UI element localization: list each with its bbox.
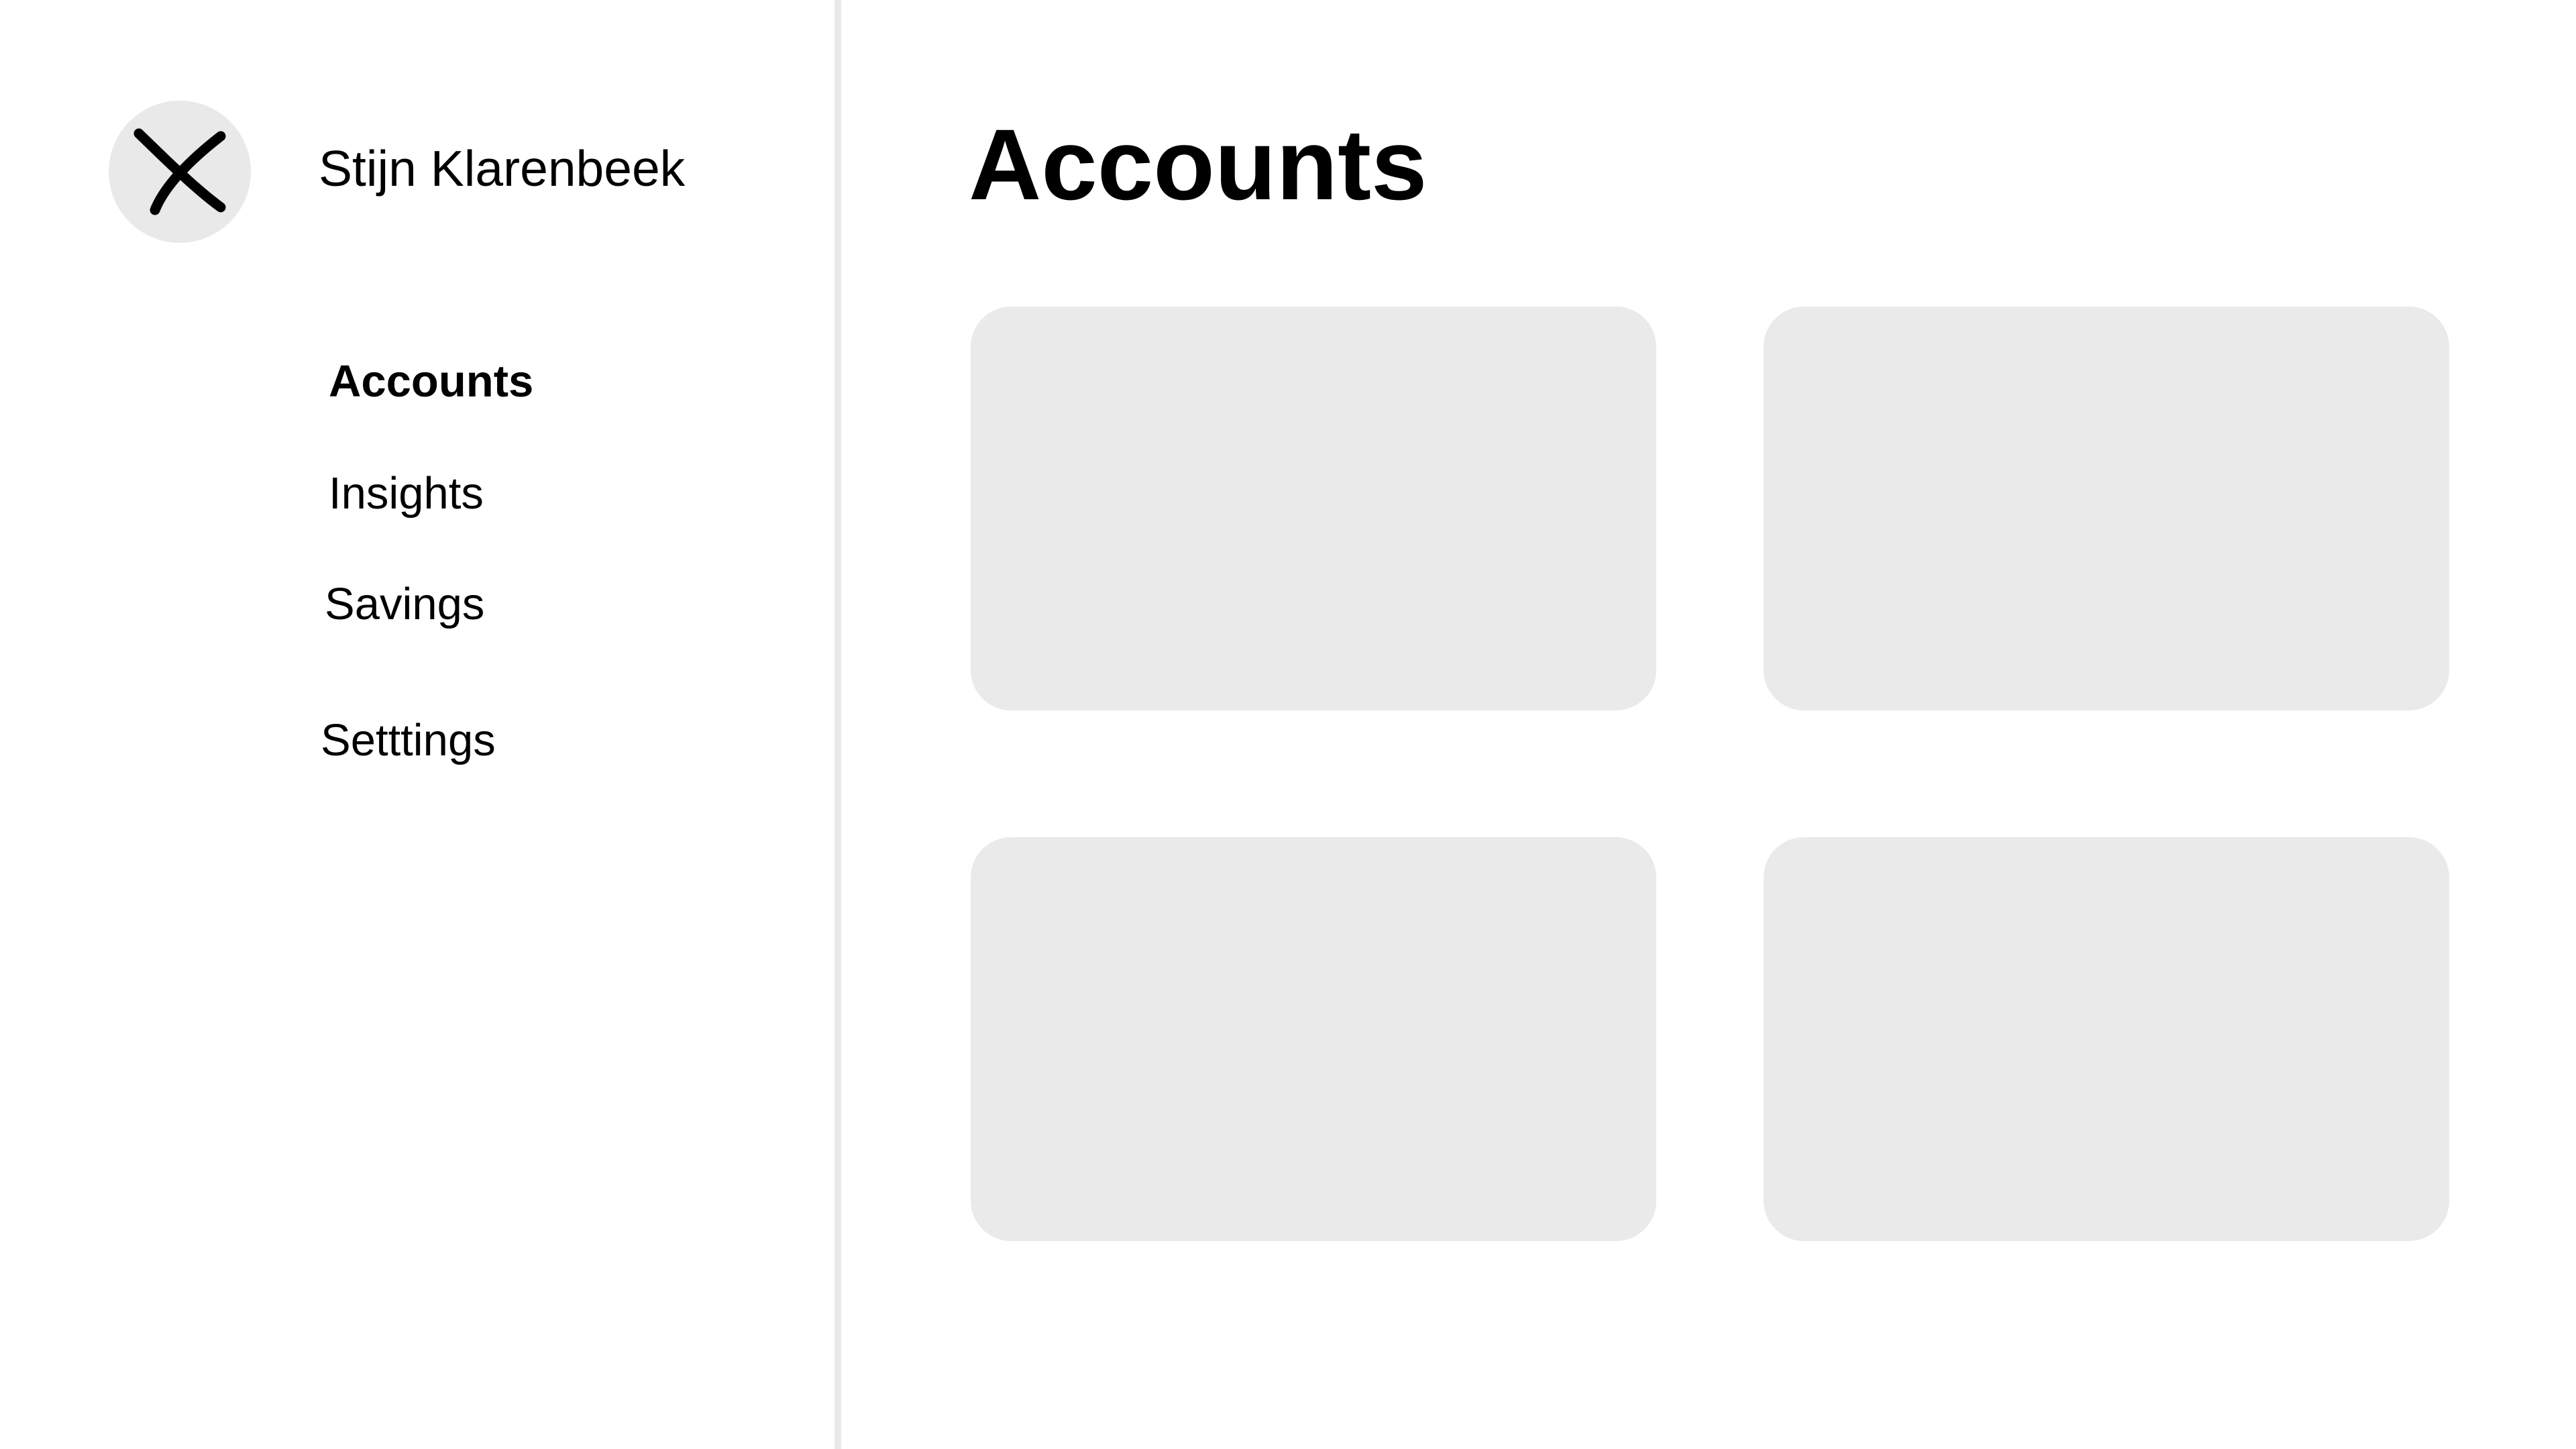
account-card[interactable] <box>971 837 1656 1241</box>
sidebar-item-savings[interactable]: Savings <box>325 578 484 631</box>
user-name: Stijn Klarenbeek <box>319 140 686 197</box>
account-card[interactable] <box>1764 837 2449 1241</box>
main-content: Accounts <box>841 0 2576 1449</box>
account-card[interactable] <box>971 307 1656 710</box>
close-icon <box>133 128 226 215</box>
app-window: Stijn Klarenbeek Accounts Insights Savin… <box>0 0 2576 1449</box>
close-button[interactable] <box>109 101 251 243</box>
sidebar-item-settings[interactable]: Setttings <box>321 714 496 767</box>
sidebar-divider <box>835 0 841 1449</box>
page-title: Accounts <box>969 108 1428 221</box>
sidebar: Stijn Klarenbeek Accounts Insights Savin… <box>0 0 835 1449</box>
sidebar-item-accounts[interactable]: Accounts <box>329 355 533 409</box>
account-card[interactable] <box>1764 307 2449 710</box>
sidebar-item-insights[interactable]: Insights <box>329 467 484 521</box>
